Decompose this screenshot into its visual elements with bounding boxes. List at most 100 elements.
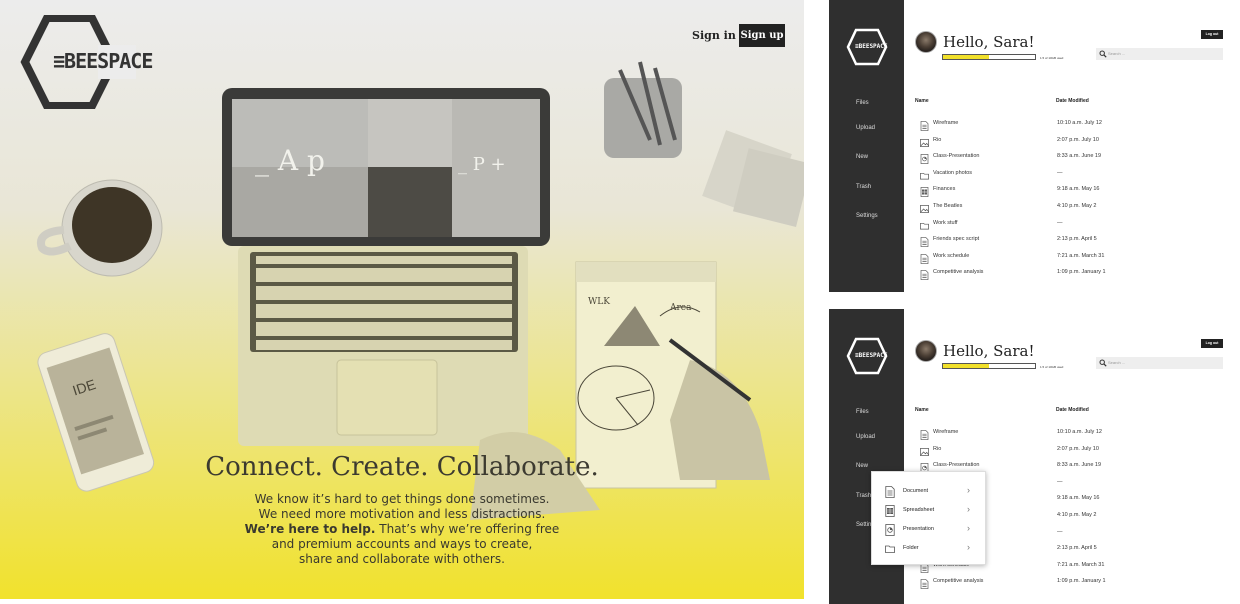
search-input[interactable]: Search ... [1096,48,1223,60]
file-row[interactable]: The Beatles 4:10 p.m. May 2 [920,201,1230,213]
file-date: 2:13 p.m. April 5 [1057,236,1097,243]
new-item-menu: Document › Spreadsheet › Presentation › … [871,471,986,565]
description-line-4: and premium accounts and ways to create, [271,537,533,551]
menu-item-label: Document [903,488,929,494]
file-date: 8:33 a.m. June 19 [1057,462,1102,469]
nav-item-files[interactable]: Files [856,409,869,415]
column-header-date[interactable]: Date Modified [1056,407,1089,413]
file-date: — [1057,219,1063,226]
file-date: 4:10 p.m. May 2 [1057,203,1097,209]
nav-item-new[interactable]: New [856,463,868,469]
document-icon [920,234,929,248]
search-input[interactable]: Search ... [1096,357,1223,369]
file-date: — [1057,169,1063,176]
image-icon [920,201,929,213]
file-name: Wireframe [933,429,959,435]
landing-page: IDE _ A p _ P + WLK Area ≡BEESPACE Sign … [0,0,804,599]
file-date: 1:09 p.m. January 1 [1057,578,1106,585]
sign-in-button[interactable]: Sign in [686,26,742,45]
file-name: Work stuff [933,219,958,226]
nav-item-files[interactable]: Files [856,100,869,106]
document-icon [920,576,929,590]
storage-text: 1.5 of 10GB used [1040,365,1064,369]
file-date: 8:33 a.m. June 19 [1057,153,1102,160]
nav-item-new[interactable]: New [856,154,868,160]
menu-item-presentation[interactable]: Presentation › [872,520,987,539]
column-header-date[interactable]: Date Modified [1056,98,1089,104]
file-date: 2:07 p.m. July 10 [1057,445,1099,452]
brand-name: ≡BEESPACE [53,49,153,73]
chevron-right-icon: › [967,485,970,495]
file-row[interactable]: Rio 2:07 p.m. July 10 [920,135,1230,147]
file-row[interactable]: Finances 9:18 a.m. May 16 [920,184,1230,198]
file-date: — [1057,528,1063,535]
sketch-text-2: Area [669,303,692,313]
file-row[interactable]: Wireframe 10:10 a.m. July 12 [920,118,1230,131]
file-name: Wireframe [933,120,959,126]
file-date: 7:21 a.m. March 31 [1057,252,1105,259]
nav-item-upload[interactable]: Upload [856,125,875,131]
file-row[interactable]: Competitive analysis 1:09 p.m. January 1 [920,267,1230,281]
document-icon [920,118,929,131]
sign-up-button[interactable]: Sign up [739,24,785,47]
search-icon [1099,50,1107,58]
log-out-button[interactable]: Log out [1201,339,1223,348]
document-icon [885,485,895,498]
folder-icon [920,168,929,180]
menu-item-spreadsheet[interactable]: Spreadsheet › [872,501,987,520]
description-line-3-rest: That’s why we’re offering free [375,522,560,536]
document-icon [920,427,929,440]
nav-item-trash[interactable]: Trash [856,184,871,190]
folder-icon [885,542,895,554]
file-name: Competitive analysis [933,578,984,585]
file-date: 10:10 a.m. July 12 [1057,429,1102,435]
laptop-screen-text-left: _ A p [255,144,325,177]
file-row[interactable]: Wireframe 10:10 a.m. July 12 [920,427,1230,440]
file-name: Class-Presentation [933,153,980,160]
greeting: Hello, Sara! [943,33,1035,51]
file-date: 1:09 p.m. January 1 [1057,269,1106,276]
file-name: Class-Presentation [933,462,980,469]
file-date: 7:21 a.m. March 31 [1057,561,1105,568]
description-line-2: We need more motivation and less distrac… [258,507,546,521]
menu-item-document[interactable]: Document › [872,482,987,501]
file-name: Rio [933,445,942,452]
chevron-right-icon: › [967,542,970,552]
avatar [915,340,937,362]
document-icon [920,267,929,281]
spreadsheet-icon [885,504,895,517]
folder-icon [920,218,929,230]
image-icon [920,135,929,147]
file-row[interactable]: Vacation photos — [920,168,1230,180]
log-out-button[interactable]: Log out [1201,30,1223,39]
menu-item-label: Spreadsheet [903,507,935,513]
brand-name: ≡BEESPACE [855,352,888,359]
storage-bar-fill [943,55,989,59]
nav-item-upload[interactable]: Upload [856,434,875,440]
description-line-3: We’re here to help. That’s why we’re off… [0,522,804,537]
file-row[interactable]: Friends spec script 2:13 p.m. April 5 [920,234,1230,248]
file-row[interactable]: Work stuff — [920,218,1230,230]
presentation-icon [885,523,895,536]
column-header-name[interactable]: Name [915,407,929,413]
menu-item-folder[interactable]: Folder › [872,539,987,558]
menu-item-label: Presentation [903,526,934,532]
file-date: — [1057,478,1063,485]
hero-headline: Connect. Create. Collaborate. [205,452,599,482]
file-row[interactable]: Competitive analysis 1:09 p.m. January 1 [920,576,1230,590]
file-name: Vacation photos [933,169,973,176]
column-header-name[interactable]: Name [915,98,929,104]
greeting: Hello, Sara! [943,342,1035,360]
file-row[interactable]: Class-Presentation 8:33 a.m. June 19 [920,151,1230,165]
file-name: Rio [933,136,942,143]
nav-item-trash[interactable]: Trash [856,493,871,499]
file-row[interactable]: Work schedule 7:21 a.m. March 31 [920,251,1230,264]
file-date: 9:18 a.m. May 16 [1057,186,1100,193]
storage-bar [942,54,1036,60]
sticky-notes [702,130,804,228]
brand-name: ≡BEESPACE [855,43,888,50]
file-manager-view: ≡BEESPACE Files Upload New Trash Settings Hell… [829,0,1240,292]
file-date: 10:10 a.m. July 12 [1057,120,1102,126]
nav-item-settings[interactable]: Settings [856,213,878,219]
file-row[interactable]: Rio 2:07 p.m. July 10 [920,444,1230,456]
